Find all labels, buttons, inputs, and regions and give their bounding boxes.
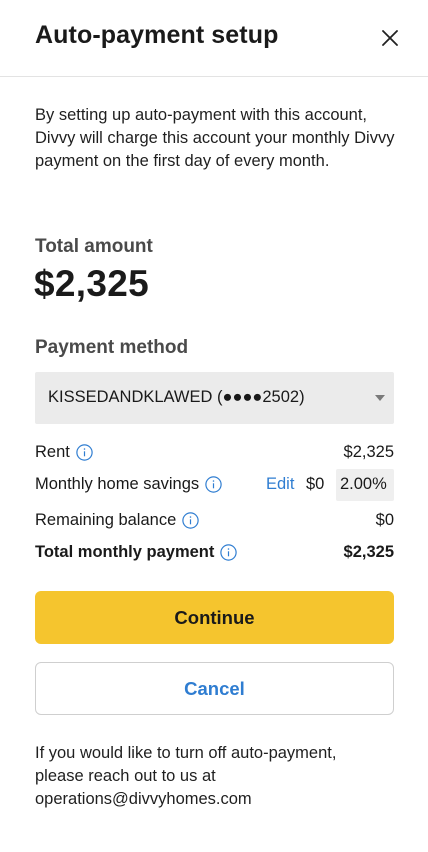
remaining-row: Remaining balance $0 — [35, 505, 394, 537]
info-icon[interactable] — [205, 476, 222, 493]
savings-row: Monthly home savings Edit $0 2.00% — [35, 469, 394, 501]
cancel-button[interactable]: Cancel — [35, 662, 394, 715]
savings-percent-value: 2.00% — [340, 475, 387, 493]
payment-method-selected: KISSEDANDKLAWED (●●●●2502) — [48, 388, 305, 406]
edit-savings-link[interactable]: Edit — [266, 475, 294, 494]
close-button[interactable] — [376, 24, 404, 52]
info-icon[interactable] — [76, 444, 93, 461]
payment-method-select[interactable]: KISSEDANDKLAWED (●●●●2502) — [35, 372, 394, 424]
intro-text: By setting up auto-payment with this acc… — [35, 106, 395, 170]
footer-line-1: If you would like to turn off auto-payme… — [35, 744, 337, 762]
remaining-label: Remaining balance — [35, 511, 177, 529]
continue-button[interactable]: Continue — [35, 591, 394, 644]
rent-value: $2,325 — [343, 443, 394, 461]
page-title: Auto-payment setup — [35, 21, 279, 49]
total-payment-value: $2,325 — [343, 543, 394, 561]
info-icon[interactable] — [182, 512, 199, 529]
rent-row: Rent $2,325 — [35, 437, 394, 469]
info-icon[interactable] — [220, 544, 238, 561]
rent-label: Rent — [35, 443, 70, 461]
total-amount-value: $2,325 — [34, 263, 149, 304]
support-email: operations@divvyhomes.com — [35, 790, 252, 808]
savings-value: $0 — [306, 475, 325, 493]
modal-header: Auto-payment setup — [0, 0, 428, 77]
total-payment-row: Total monthly payment $2,325 — [35, 537, 394, 569]
footer-text: If you would like to turn off auto-payme… — [35, 742, 405, 811]
remaining-value: $0 — [375, 511, 394, 529]
close-icon — [382, 30, 398, 46]
total-payment-label: Total monthly payment — [35, 543, 215, 561]
savings-label: Monthly home savings — [35, 475, 200, 493]
savings-percent-field[interactable]: 2.00% — [336, 469, 394, 501]
footer-line-2: please reach out to us at — [35, 767, 216, 785]
total-amount-label: Total amount — [35, 236, 153, 257]
chevron-down-icon — [375, 395, 385, 401]
payment-method-label: Payment method — [35, 337, 189, 358]
